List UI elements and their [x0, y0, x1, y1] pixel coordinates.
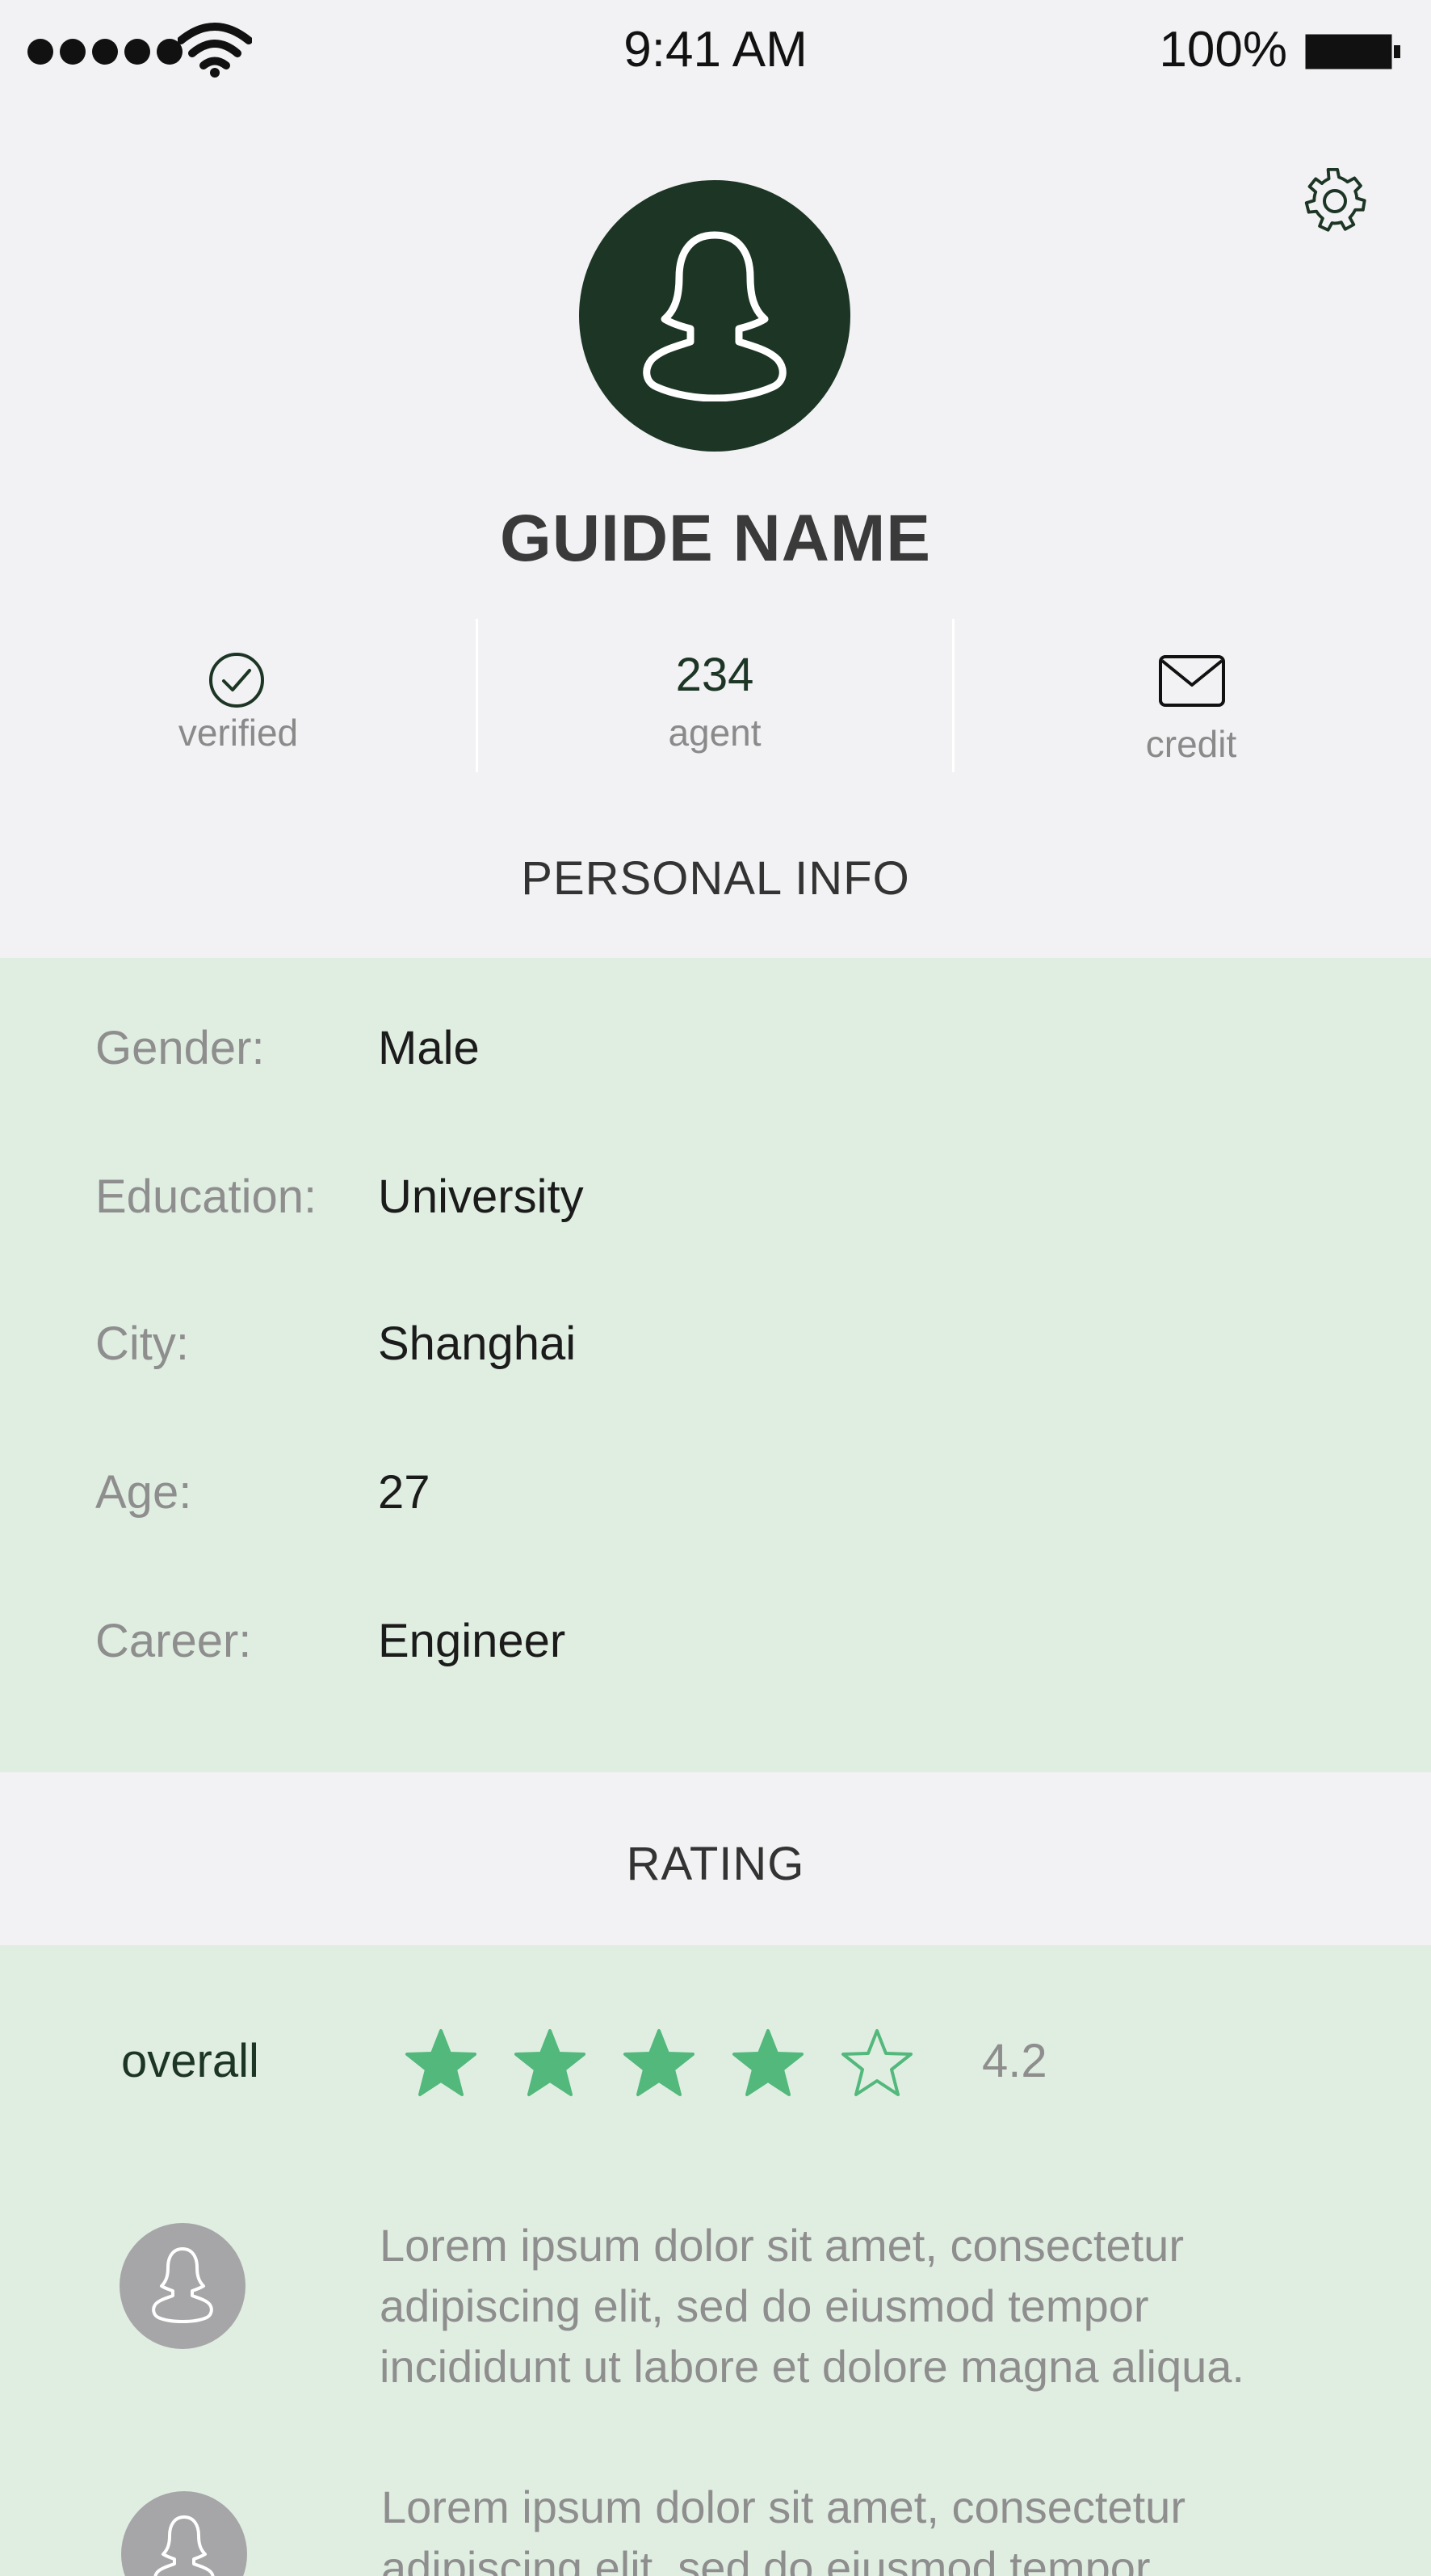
info-label: Gender:	[95, 1022, 265, 1074]
agent-count: 234	[675, 649, 754, 701]
overall-label: overall	[121, 2035, 259, 2087]
rating-title: RATING	[626, 1838, 805, 1890]
mail-icon	[1159, 655, 1225, 707]
info-value: Engineer	[378, 1615, 566, 1667]
info-row-gender: Gender: Male	[0, 1021, 1431, 1110]
stat-credit[interactable]: credit	[953, 619, 1429, 772]
user-silhouette-icon	[153, 2515, 215, 2576]
rating-panel: overall 4.2 Lorem ipsum dolor sit amet, …	[0, 1945, 1431, 2576]
info-row-career: Career: Engineer	[0, 1614, 1431, 1703]
user-silhouette-icon	[152, 2247, 213, 2323]
personal-info-title: PERSONAL INFO	[521, 852, 910, 905]
profile-avatar[interactable]	[579, 180, 850, 452]
info-label: Age:	[95, 1466, 192, 1519]
review-text: Lorem ipsum dolor sit amet, consectetur …	[380, 2220, 1244, 2392]
stat-verified[interactable]: verified	[0, 619, 476, 772]
info-value: 27	[378, 1466, 430, 1519]
star-empty-icon	[841, 2029, 913, 2096]
star-filled-icon	[623, 2029, 695, 2096]
rating-value: 4.2	[982, 2035, 1047, 2087]
reviewer-avatar[interactable]	[121, 2491, 247, 2576]
verified-label: verified	[178, 712, 299, 754]
info-value: University	[378, 1170, 584, 1223]
battery-icon	[1305, 34, 1400, 69]
stat-agent[interactable]: 234 agent	[476, 619, 953, 772]
star-filled-icon	[405, 2029, 476, 2096]
info-label: City:	[95, 1317, 189, 1370]
review-text: Lorem ipsum dolor sit amet, consectetur …	[381, 2481, 1186, 2576]
guide-name: GUIDE NAME	[500, 502, 931, 575]
info-row-city: City: Shanghai	[0, 1317, 1431, 1406]
agent-label: agent	[668, 712, 762, 754]
star-filled-icon	[514, 2029, 585, 2096]
personal-info-panel: Gender: Male Education: University City:…	[0, 958, 1431, 1772]
gear-icon[interactable]	[1302, 168, 1368, 234]
user-silhouette-icon	[643, 231, 787, 401]
info-value: Shanghai	[378, 1317, 577, 1370]
battery-percentage: 100%	[1159, 22, 1287, 78]
info-value: Male	[378, 1022, 480, 1074]
profile-stats: verified 234 agent credit	[0, 619, 1431, 772]
info-label: Education:	[95, 1170, 317, 1223]
reviewer-avatar[interactable]	[120, 2223, 245, 2349]
star-filled-icon	[732, 2029, 804, 2096]
status-bar: 9:41 AM 100%	[0, 0, 1431, 100]
verified-check-icon	[209, 653, 264, 708]
info-row-education: Education: University	[0, 1170, 1431, 1259]
info-label: Career:	[95, 1615, 252, 1667]
info-row-age: Age: 27	[0, 1465, 1431, 1554]
credit-label: credit	[1145, 723, 1237, 765]
